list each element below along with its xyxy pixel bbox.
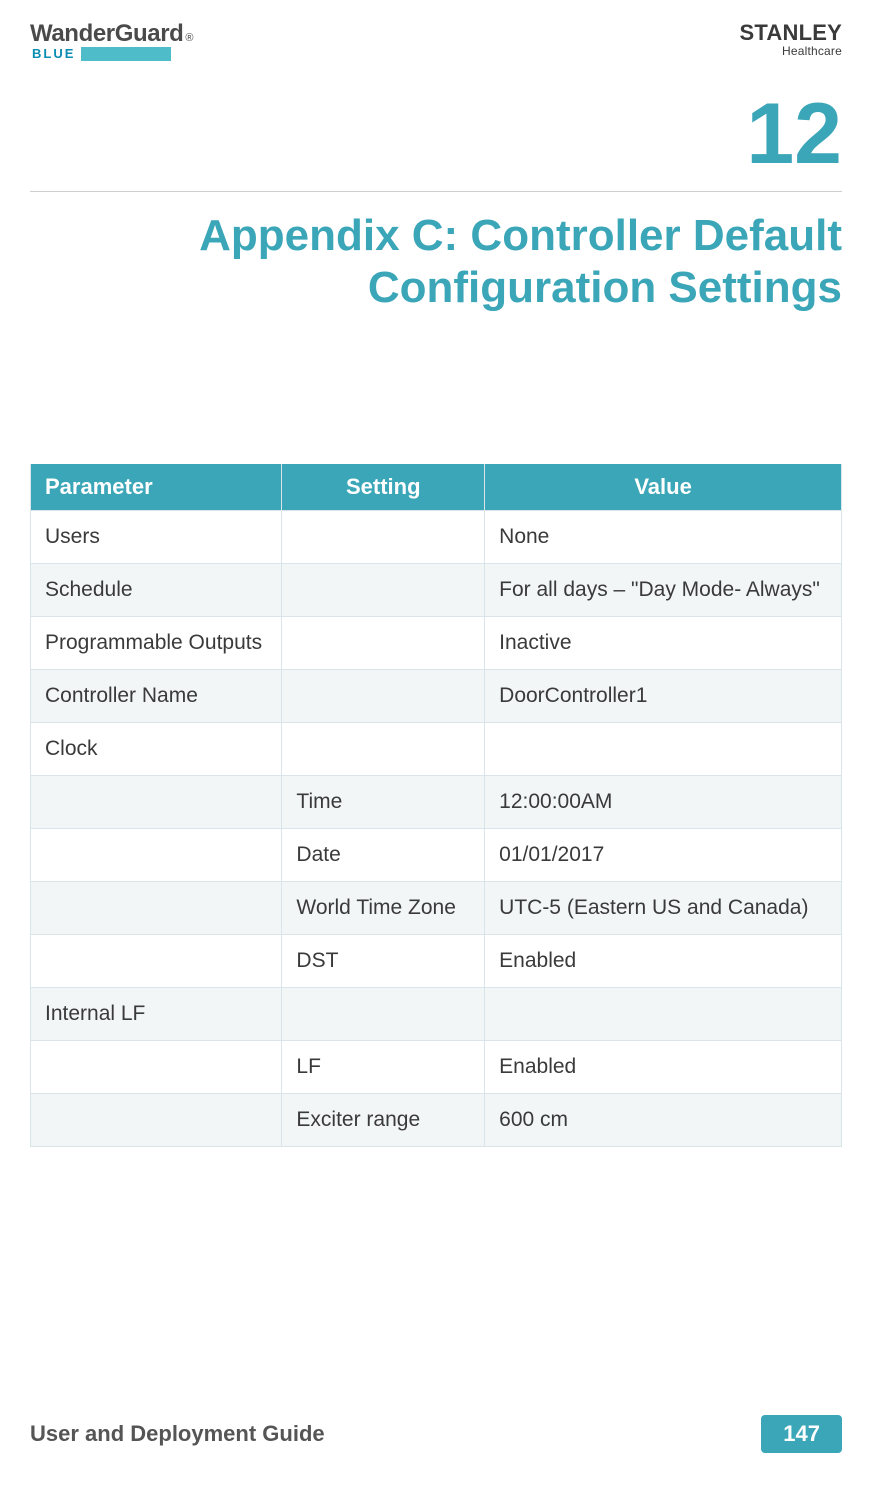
footer-doc-title: User and Deployment Guide [30,1421,325,1447]
cell-setting [282,722,485,775]
cell-value: DoorController1 [485,669,842,722]
cell-parameter: Users [31,510,282,563]
cell-setting: DST [282,934,485,987]
cell-value: Enabled [485,1040,842,1093]
logo-wanderguard-text: WanderGuard [30,20,183,48]
cell-value: Enabled [485,934,842,987]
cell-setting: LF [282,1040,485,1093]
logo-stanley-sub: Healthcare [740,44,842,58]
table-row: World Time Zone UTC-5 (Eastern US and Ca… [31,881,842,934]
cell-value: None [485,510,842,563]
col-header-parameter: Parameter [31,464,282,511]
table-header-row: Parameter Setting Value [31,464,842,511]
cell-setting: Date [282,828,485,881]
table-row: Controller Name DoorController1 [31,669,842,722]
cell-setting [282,669,485,722]
logo-stanley: STANLEY Healthcare [740,20,842,58]
cell-value: UTC-5 (Eastern US and Canada) [485,881,842,934]
page-header: WanderGuard ® BLUE STANLEY Healthcare [30,20,842,61]
registered-mark: ® [185,32,193,44]
logo-stanley-text: STANLEY [740,20,842,46]
page-title: Appendix C: Controller Default Configura… [30,210,842,314]
settings-table: Parameter Setting Value Users None Sched… [30,464,842,1147]
table-row: Schedule For all days – "Day Mode- Alway… [31,563,842,616]
cell-value [485,722,842,775]
table-row: Time 12:00:00AM [31,775,842,828]
title-line1: Appendix C: Controller Default [199,211,842,260]
cell-setting: Time [282,775,485,828]
cell-parameter [31,1093,282,1146]
cell-parameter [31,775,282,828]
cell-value: 12:00:00AM [485,775,842,828]
logo-wanderguard: WanderGuard ® BLUE [30,20,194,61]
cell-parameter [31,934,282,987]
table-row: Programmable Outputs Inactive [31,616,842,669]
logo-accent-bar [81,47,171,61]
cell-parameter [31,881,282,934]
table-row: Date 01/01/2017 [31,828,842,881]
table-row: LF Enabled [31,1040,842,1093]
cell-value: 01/01/2017 [485,828,842,881]
cell-value: For all days – "Day Mode- Always" [485,563,842,616]
col-header-setting: Setting [282,464,485,511]
page-number-badge: 147 [761,1415,842,1453]
cell-parameter [31,828,282,881]
table-row: Exciter range 600 cm [31,1093,842,1146]
cell-value: Inactive [485,616,842,669]
logo-wanderguard-sub: BLUE [32,46,75,61]
cell-setting: Exciter range [282,1093,485,1146]
cell-setting: World Time Zone [282,881,485,934]
divider [30,191,842,192]
page-footer: User and Deployment Guide 147 [30,1415,842,1453]
cell-parameter: Schedule [31,563,282,616]
chapter-number: 12 [30,91,842,177]
table-row: Clock [31,722,842,775]
cell-setting [282,987,485,1040]
cell-setting [282,510,485,563]
table-row: DST Enabled [31,934,842,987]
table-row: Internal LF [31,987,842,1040]
cell-value: 600 cm [485,1093,842,1146]
cell-parameter: Programmable Outputs [31,616,282,669]
cell-setting [282,563,485,616]
cell-value [485,987,842,1040]
cell-parameter: Clock [31,722,282,775]
table-row: Users None [31,510,842,563]
cell-parameter [31,1040,282,1093]
title-line2: Configuration Settings [368,263,842,312]
col-header-value: Value [485,464,842,511]
cell-parameter: Internal LF [31,987,282,1040]
cell-parameter: Controller Name [31,669,282,722]
cell-setting [282,616,485,669]
